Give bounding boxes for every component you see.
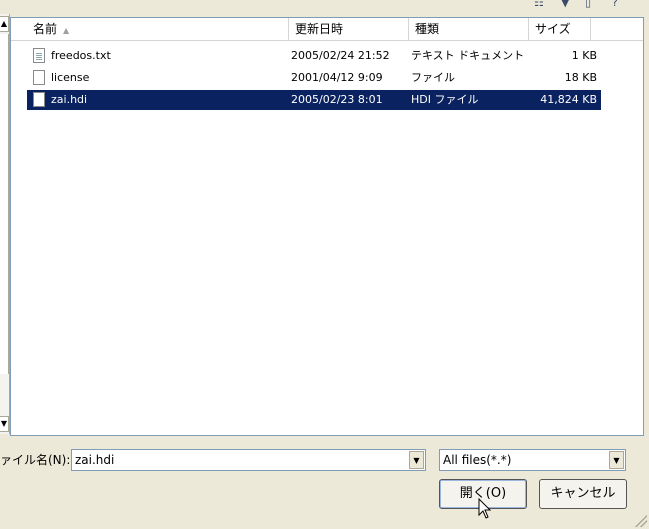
file-size: 41,824 KB xyxy=(540,93,597,106)
file-type: テキスト ドキュメント xyxy=(411,49,525,62)
filename-label: ァイル名(N): xyxy=(0,453,71,467)
chevron-down-icon[interactable]: ▼ xyxy=(609,451,624,469)
file-icon xyxy=(33,70,45,85)
file-icon xyxy=(33,92,45,107)
file-list[interactable]: 名前 ▲ 更新日時 種類 サイズ freedos.txt 2005/02/24 2… xyxy=(10,17,644,436)
toolbar: ☷ ▼ ▯ ? xyxy=(0,0,649,14)
file-type: HDI ファイル xyxy=(411,93,479,106)
file-modified: 2005/02/24 21:52 xyxy=(291,49,390,62)
chevron-down-icon[interactable]: ▼ xyxy=(561,0,569,9)
mouse-cursor-icon xyxy=(478,498,492,519)
file-size: 1 KB xyxy=(571,49,597,62)
filename-input[interactable]: zai.hdi xyxy=(75,450,114,470)
file-type-filter[interactable]: All files(*.*) ▼ xyxy=(439,449,626,471)
file-row-zai[interactable]: zai.hdi 2005/02/23 8:01 HDI ファイル 41,824 … xyxy=(27,90,601,110)
file-modified: 2001/04/12 9:09 xyxy=(291,71,383,84)
scroll-up-icon[interactable]: ▲ xyxy=(0,16,9,32)
file-modified: 2005/02/23 8:01 xyxy=(291,93,383,106)
scroll-down-icon[interactable]: ▼ xyxy=(0,416,9,432)
file-name: freedos.txt xyxy=(51,49,111,62)
resize-grip[interactable] xyxy=(635,515,647,527)
file-name: zai.hdi xyxy=(51,93,88,106)
view-menu-icon[interactable]: ☷ xyxy=(534,0,544,9)
file-type: ファイル xyxy=(411,71,455,84)
column-header-name[interactable]: 名前 ▲ xyxy=(27,18,289,40)
column-header-row: 名前 ▲ 更新日時 種類 サイズ xyxy=(11,18,643,41)
column-header-size[interactable]: サイズ xyxy=(529,18,591,40)
column-header-type[interactable]: 種類 xyxy=(409,18,529,40)
left-scrollbar[interactable]: ▲ ▼ xyxy=(0,14,10,434)
file-row-freedos[interactable]: freedos.txt 2005/02/24 21:52 テキスト ドキュメント… xyxy=(27,46,601,66)
chevron-down-icon[interactable]: ▼ xyxy=(409,451,424,469)
preview-pane-icon[interactable]: ▯ xyxy=(585,0,591,9)
file-name: license xyxy=(51,71,90,84)
sort-ascending-icon: ▲ xyxy=(63,26,70,35)
filename-combobox[interactable]: zai.hdi ▼ xyxy=(71,449,426,471)
file-size: 18 KB xyxy=(564,71,597,84)
cancel-button[interactable]: キャンセル xyxy=(539,479,627,509)
file-row-license[interactable]: license 2001/04/12 9:09 ファイル 18 KB xyxy=(27,68,601,88)
file-type-filter-value: All files(*.*) xyxy=(443,453,512,467)
column-header-modified[interactable]: 更新日時 xyxy=(289,18,409,40)
help-icon[interactable]: ? xyxy=(612,0,618,9)
text-file-icon xyxy=(33,48,45,63)
scroll-thumb[interactable] xyxy=(0,34,9,374)
